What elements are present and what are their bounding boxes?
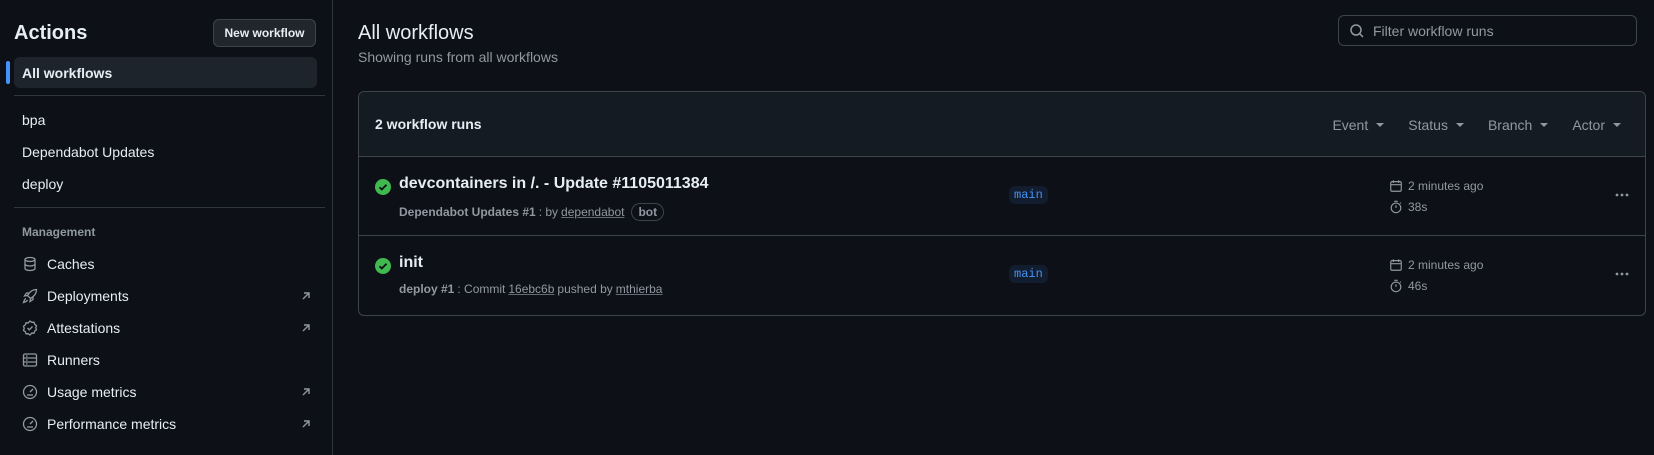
- external-link-icon: [302, 420, 310, 428]
- run-duration-text: 46s: [1408, 279, 1428, 293]
- sidebar-title: Actions: [14, 22, 88, 44]
- database-icon: [22, 256, 38, 272]
- sidebar-item-label: Caches: [47, 256, 95, 272]
- calendar-icon: [1390, 259, 1402, 271]
- workflow-run-row[interactable]: devcontainers in /. - Update #1105011384…: [359, 157, 1645, 236]
- check-circle-icon: [375, 258, 391, 274]
- actor-filter[interactable]: Actor: [1572, 117, 1621, 133]
- branch-label[interactable]: main: [1009, 186, 1048, 204]
- branch-label[interactable]: main: [1009, 265, 1048, 283]
- kebab-horizontal-icon[interactable]: [1612, 185, 1632, 205]
- run-duration: 38s: [1389, 200, 1427, 214]
- run-meta: deploy #1 : Commit 16ebc6b pushed by mth…: [399, 282, 665, 296]
- sidebar: Actions New workflow All workflows bpa D…: [0, 0, 333, 455]
- divider: [14, 207, 325, 208]
- filter-box[interactable]: [1338, 15, 1637, 46]
- page-title: All workflows: [358, 22, 474, 44]
- event-filter[interactable]: Event: [1332, 116, 1385, 133]
- sidebar-item-label: Performance metrics: [47, 416, 177, 432]
- sidebar-item-label: All workflows: [22, 64, 113, 81]
- filter-label: Status: [1408, 116, 1448, 133]
- run-duration: 46s: [1389, 279, 1427, 293]
- stopwatch-icon: [1390, 200, 1402, 214]
- sidebar-item-runners[interactable]: Runners: [22, 349, 312, 371]
- page-subtitle: Showing runs from all workflows: [358, 49, 558, 65]
- commit-link[interactable]: 16ebc6b: [508, 282, 554, 296]
- run-title[interactable]: init: [399, 254, 423, 272]
- rocket-icon: [22, 288, 38, 304]
- status-filter[interactable]: Status: [1408, 117, 1464, 133]
- new-workflow-button[interactable]: New workflow: [213, 19, 316, 47]
- filter-label: Branch: [1487, 116, 1533, 133]
- external-link-icon: [302, 292, 310, 300]
- sidebar-item-label: Runners: [47, 352, 100, 368]
- run-actor-link[interactable]: mthierba: [616, 282, 663, 296]
- external-link-icon: [302, 388, 310, 396]
- sidebar-item-all-workflows[interactable]: All workflows: [6, 57, 317, 88]
- run-meta-sep: : by: [538, 205, 559, 219]
- triangle-down-icon: [1455, 122, 1464, 127]
- verified-icon: [22, 320, 38, 336]
- sidebar-item-usage-metrics[interactable]: Usage metrics: [22, 381, 312, 403]
- workflow-run-row[interactable]: init deploy #1 : Commit 16ebc6b pushed b…: [359, 236, 1645, 315]
- run-time: 2 minutes ago: [1389, 258, 1483, 272]
- runs-count: 2 workflow runs: [375, 116, 482, 132]
- run-actor-link[interactable]: dependabot: [561, 205, 624, 219]
- run-meta-pushed: pushed by: [557, 282, 613, 296]
- sidebar-item-deployments[interactable]: Deployments: [22, 285, 312, 307]
- branch-filter[interactable]: Branch: [1487, 116, 1549, 133]
- filter-label: Actor: [1572, 116, 1605, 133]
- sidebar-item-label: Attestations: [47, 320, 121, 336]
- selected-marker: [6, 61, 10, 84]
- filter-label: Event: [1332, 116, 1369, 133]
- filter-input[interactable]: [1373, 22, 1633, 39]
- workflow-runs-box: 2 workflow runs Event Status Branch Acto…: [358, 91, 1646, 316]
- check-circle-icon: [375, 179, 391, 195]
- bot-badge: bot: [631, 203, 665, 221]
- server-icon: [22, 352, 38, 368]
- external-link-icon: [302, 324, 310, 332]
- stopwatch-icon: [1390, 279, 1402, 293]
- divider: [14, 95, 325, 96]
- run-workflow: deploy #1: [399, 282, 455, 296]
- sidebar-item-label: Usage metrics: [47, 384, 137, 400]
- sidebar-item-caches[interactable]: Caches: [22, 253, 312, 275]
- sidebar-item-label: Deployments: [47, 288, 129, 304]
- kebab-horizontal-icon[interactable]: [1612, 264, 1632, 284]
- meter-icon: [22, 416, 38, 432]
- run-time-text: 2 minutes ago: [1408, 258, 1484, 272]
- calendar-icon: [1390, 180, 1402, 192]
- search-icon: [1350, 23, 1364, 38]
- triangle-down-icon: [1540, 122, 1549, 127]
- triangle-down-icon: [1613, 122, 1621, 127]
- run-time-text: 2 minutes ago: [1408, 179, 1484, 193]
- runs-filters: Event Status Branch Actor: [1332, 92, 1645, 157]
- triangle-down-icon: [1376, 122, 1385, 127]
- sidebar-item-workflow[interactable]: deploy: [22, 176, 63, 192]
- run-title[interactable]: devcontainers in /. - Update #1105011384: [399, 175, 709, 193]
- run-time: 2 minutes ago: [1389, 179, 1483, 193]
- sidebar-item-workflow[interactable]: bpa: [22, 112, 45, 128]
- run-duration-text: 38s: [1408, 200, 1428, 214]
- management-heading: Management: [22, 225, 96, 239]
- meter-icon: [22, 384, 38, 400]
- run-workflow: Dependabot Updates #1: [399, 205, 536, 219]
- sidebar-item-workflow[interactable]: Dependabot Updates: [22, 144, 154, 160]
- main-content: All workflows Showing runs from all work…: [334, 0, 1654, 455]
- sidebar-item-attestations[interactable]: Attestations: [22, 317, 312, 339]
- run-meta: Dependabot Updates #1 : by dependabot bo…: [399, 203, 665, 221]
- runs-header: 2 workflow runs Event Status Branch Acto…: [359, 92, 1645, 157]
- run-meta-sep: : Commit: [457, 282, 506, 296]
- sidebar-item-performance-metrics[interactable]: Performance metrics: [22, 413, 312, 435]
